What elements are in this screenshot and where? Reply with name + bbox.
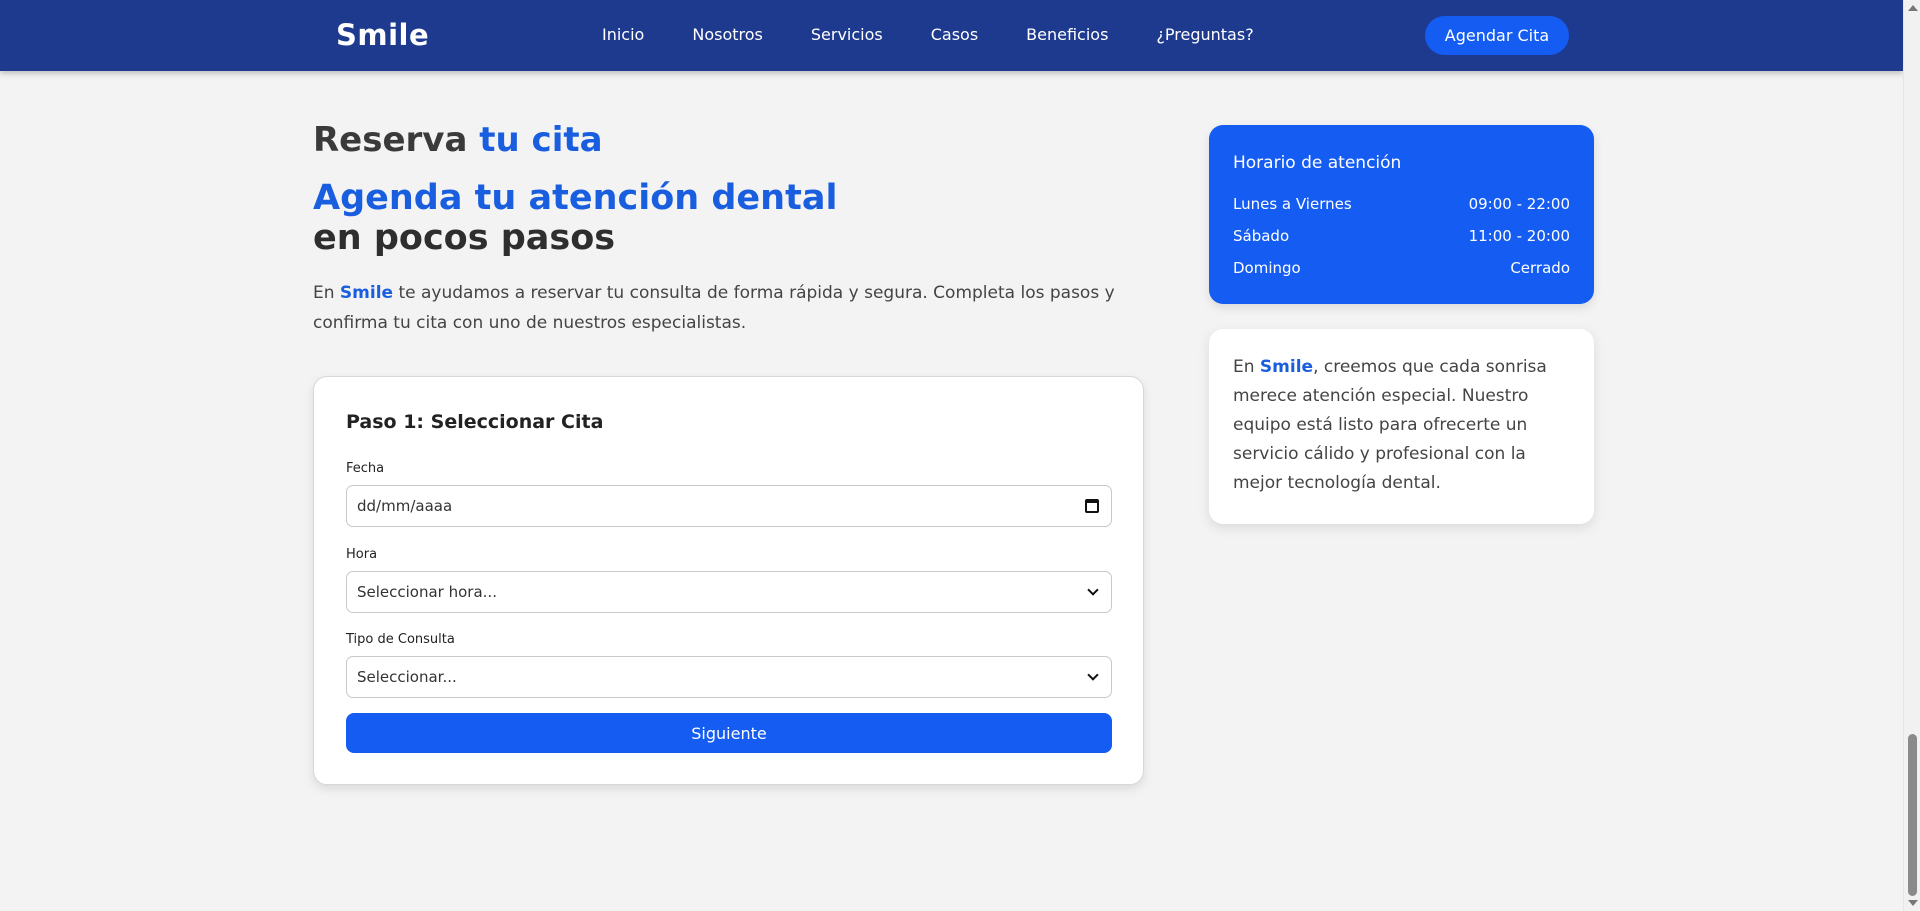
about-card: En Smile, creemos que cada sonrisa merec… [1209,329,1594,524]
hours-title: Horario de atención [1233,153,1402,173]
next-button[interactable]: Siguiente [346,713,1112,753]
kicker-accent: tu cita [479,120,603,160]
nav-link-beneficios[interactable]: Beneficios [1026,25,1108,44]
time-select[interactable]: Seleccionar hora... [346,571,1112,613]
hours-day: Lunes a Viernes [1233,195,1352,213]
chevron-down-icon [1087,584,1099,596]
date-label: Fecha [346,461,385,476]
time-selected-value: Seleccionar hora... [357,583,497,601]
intro-paragraph: En Smile te ayudamos a reservar tu consu… [313,278,1153,338]
about-rest: , creemos que cada sonrisa merece atenci… [1233,357,1547,493]
hours-day: Sábado [1233,227,1290,245]
hours-card: Horario de atención Lunes a Viernes 09:0… [1209,125,1594,304]
scroll-down-arrow-icon[interactable] [1908,900,1918,906]
intro-prefix: En [313,283,335,303]
logo[interactable]: Smile [336,18,429,52]
step-title: Paso 1: Seleccionar Cita [346,411,604,433]
chevron-down-icon [1087,669,1099,681]
hours-time: 11:00 - 20:00 [1468,227,1570,245]
hours-time: 09:00 - 22:00 [1468,195,1570,213]
hours-row: Sábado 11:00 - 20:00 [1233,227,1570,245]
headline-line-1: Agenda tu atención dental [313,178,838,218]
section-kicker: Reserva tu cita [313,120,603,160]
nav-link-inicio[interactable]: Inicio [602,25,644,44]
about-prefix: En [1233,357,1255,377]
consult-type-selected-value: Seleccionar... [357,668,457,686]
scrollbar-thumb[interactable] [1908,734,1917,896]
agendar-cita-button[interactable]: Agendar Cita [1425,16,1569,55]
consult-type-select[interactable]: Seleccionar... [346,656,1112,698]
hours-row: Domingo Cerrado [1233,259,1570,277]
hours-day: Domingo [1233,259,1301,277]
time-label: Hora [346,547,378,562]
headline-line-2: en pocos pasos [313,218,616,258]
nav-links: Inicio Nosotros Servicios Casos Benefici… [602,25,1302,44]
navbar: Smile Inicio Nosotros Servicios Casos Be… [0,0,1903,71]
hours-time: Cerrado [1510,259,1570,277]
nav-link-servicios[interactable]: Servicios [811,25,883,44]
date-input[interactable]: dd/mm/aaaa [346,485,1112,527]
page-scrollbar[interactable] [1903,0,1920,911]
intro-rest: te ayudamos a reservar tu consulta de fo… [313,283,1115,333]
nav-link-nosotros[interactable]: Nosotros [692,25,763,44]
booking-form-card: Paso 1: Seleccionar Cita Fecha dd/mm/aaa… [313,376,1144,785]
calendar-icon[interactable] [1085,499,1099,513]
consult-type-label: Tipo de Consulta [346,632,455,647]
nav-link-casos[interactable]: Casos [931,25,978,44]
date-placeholder: dd/mm/aaaa [357,497,453,515]
hours-row: Lunes a Viernes 09:00 - 22:00 [1233,195,1570,213]
scroll-up-arrow-icon[interactable] [1908,5,1918,11]
about-text: En Smile, creemos que cada sonrisa merec… [1233,353,1573,498]
intro-brand: Smile [339,283,394,303]
nav-link-preguntas[interactable]: ¿Preguntas? [1156,25,1253,44]
kicker-prefix: Reserva [313,120,468,160]
about-brand: Smile [1259,357,1314,377]
